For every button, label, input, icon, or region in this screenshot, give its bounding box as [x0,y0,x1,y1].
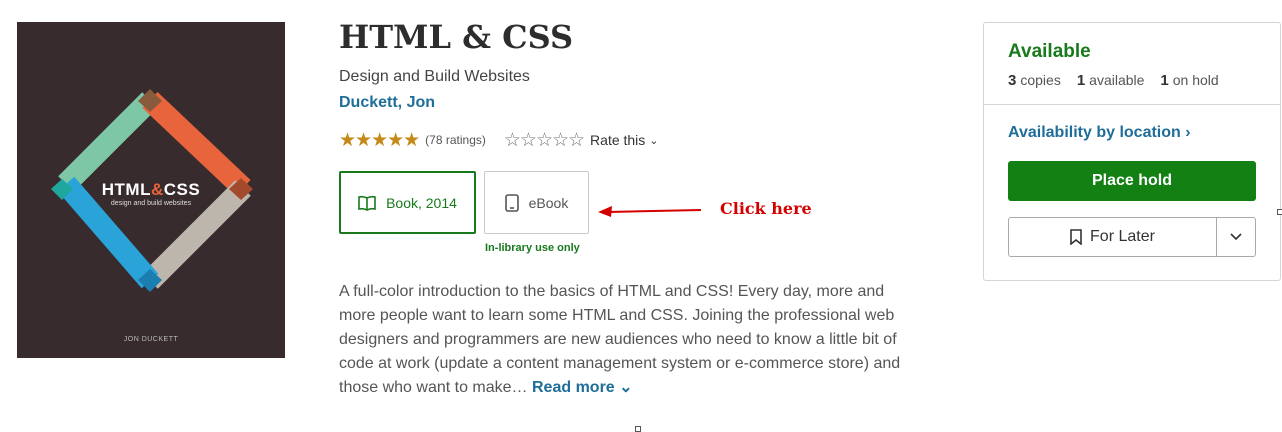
book-description: A full-color introduction to the basics … [339,280,924,400]
read-more-link[interactable]: Read more ⌄ [532,379,633,396]
average-rating-stars: ★★★★★ [339,129,420,151]
divider [984,104,1280,105]
chevron-down-icon [1230,233,1242,241]
availability-status: Available [1008,41,1091,62]
book-cover[interactable]: HTML&CSS design and build websites JON D… [17,22,285,358]
page-title: HTML & CSS [339,18,574,56]
copies-total: 3 copies [1008,72,1061,89]
annotation-click-here: Click here [720,199,812,218]
author-link[interactable]: Duckett, Jon [339,94,435,112]
resize-handle[interactable] [635,426,641,432]
format-ebook-label: eBook [528,194,569,211]
tablet-icon [504,193,519,212]
resize-handle[interactable] [1277,209,1282,215]
book-subtitle: Design and Build Websites [339,68,530,85]
copies-available: 1 available [1076,72,1145,89]
chevron-right-icon: › [1185,124,1191,141]
for-later-dropdown-button[interactable] [1217,218,1255,256]
rating-count[interactable]: (78 ratings) [425,133,486,147]
cover-author: JON DUCKETT [123,336,179,343]
cover-title: HTML&CSS [101,180,201,199]
for-later-button[interactable]: For Later [1009,218,1217,256]
format-ebook-button[interactable]: eBook [484,171,589,234]
format-book-label: Book, 2014 [386,194,457,211]
cover-subtitle: design and build websites [110,200,192,207]
annotation-arrow [598,206,702,217]
availability-panel: Available 3 copies 1 available 1 on hold Av… [983,22,1281,281]
rate-this-label[interactable]: Rate this [590,132,645,148]
place-hold-button[interactable]: Place hold [1008,161,1256,201]
chevron-down-icon: ⌄ [619,379,633,396]
ratings-row: ★★★★★ (78 ratings) ☆☆☆☆☆ Rate this ⌄ [339,128,659,152]
rate-stars[interactable]: ☆☆☆☆☆ [504,129,585,152]
copies-summary: 3 copies 1 available 1 on hold [1008,72,1219,89]
open-book-icon [358,195,376,211]
chevron-down-icon[interactable]: ⌄ [649,134,658,147]
format-book-button[interactable]: Book, 2014 [339,171,476,234]
ebook-note: In-library use only [485,242,580,254]
copies-on-hold: 1 on hold [1160,72,1219,89]
for-later-label: For Later [1090,228,1155,245]
bookmark-icon [1070,229,1082,245]
availability-by-location-link[interactable]: Availability by location › [1008,124,1191,142]
rate-this-control[interactable]: ☆☆☆☆☆ Rate this ⌄ [504,129,659,152]
for-later-control: For Later [1008,217,1256,257]
